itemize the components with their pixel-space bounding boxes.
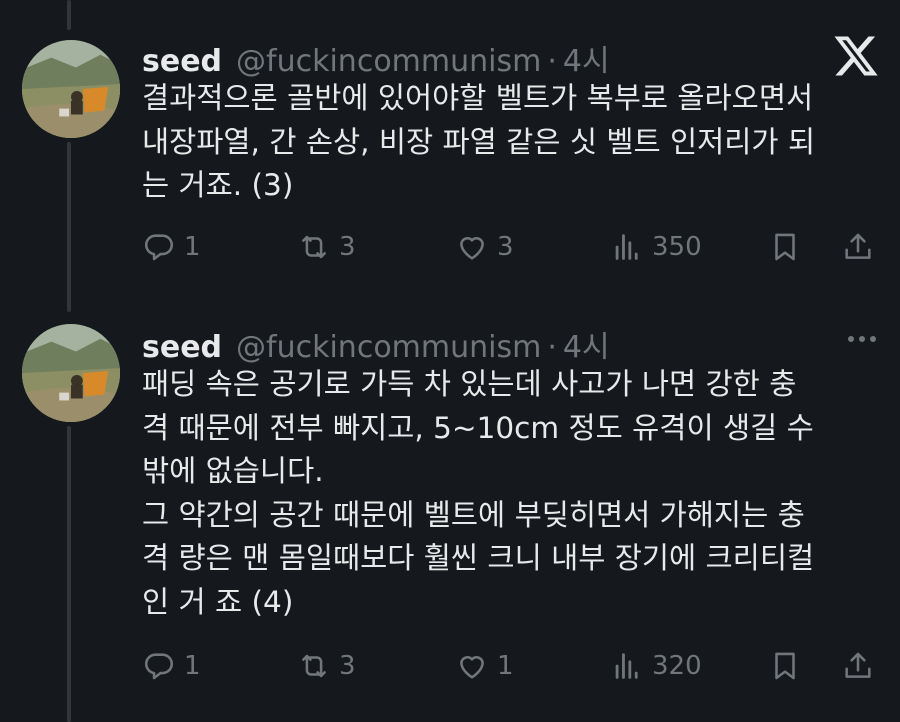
like-count: 1 [497, 651, 514, 681]
tweet-header: seed @fuckincommunism · 4시 [142, 36, 610, 80]
like-count: 3 [497, 232, 514, 262]
action-bar: 1 3 1 320 [142, 646, 877, 686]
reply-count: 1 [184, 651, 201, 681]
tweet-text: 패딩 속은 공기로 가득 차 있는데 사고가 나면 강한 충 격 때문에 전부 … [142, 363, 862, 624]
reply-icon [144, 234, 174, 261]
avatar[interactable] [22, 40, 120, 138]
text-line: 그 약간의 공간 때문에 벨트에 부딪히면서 가해지는 충 [142, 497, 805, 532]
bookmark-button[interactable] [768, 227, 802, 267]
avatar-image [22, 324, 120, 422]
avatar[interactable] [22, 324, 120, 422]
reply-button[interactable]: 1 [142, 227, 201, 267]
view-count: 320 [652, 651, 702, 681]
retweet-button[interactable]: 3 [297, 646, 356, 686]
share-icon [845, 233, 871, 259]
views-icon [615, 653, 638, 679]
view-count: 350 [652, 232, 702, 262]
user-handle[interactable]: @fuckincommunism [236, 44, 541, 79]
reply-button[interactable]: 1 [142, 646, 201, 686]
share-icon [845, 652, 871, 678]
thread-line-middle [67, 142, 71, 312]
x-logo-icon [834, 36, 878, 76]
text-line: 결과적으론 골반에 있어야할 벨트가 복부로 올라오면서 [142, 81, 814, 115]
thread-line-bottom [67, 426, 71, 722]
views-button[interactable]: 350 [610, 227, 702, 267]
like-button[interactable]: 3 [455, 227, 514, 267]
text-line: 격 때문에 전부 빠지고, 5~10cm 정도 유격이 생길 수 [142, 410, 814, 445]
display-name[interactable]: seed [142, 44, 222, 79]
reply-icon [144, 653, 174, 680]
views-button[interactable]: 320 [610, 646, 702, 686]
text-line: 내장파열, 간 손상, 비장 파열 같은 싯 벨트 인저리가 되 [142, 124, 816, 159]
retweet-count: 3 [339, 651, 356, 681]
share-button[interactable] [841, 227, 875, 267]
action-bar: 1 3 3 350 [142, 227, 877, 267]
tweet-text: 결과적으론 골반에 있어야할 벨트가 복부로 올라오면서 내장파열, 간 손상,… [142, 77, 862, 208]
timestamp[interactable]: 4시 [563, 36, 610, 80]
avatar-image [22, 40, 120, 138]
more-icon[interactable] [848, 336, 876, 342]
display-name[interactable]: seed [142, 330, 222, 365]
separator-dot: · [547, 44, 557, 79]
text-line: 패딩 속은 공기로 가득 차 있는데 사고가 나면 강한 충 [142, 367, 797, 401]
bookmark-button[interactable] [768, 646, 802, 686]
heart-icon [460, 237, 484, 260]
retweet-icon [302, 235, 326, 259]
like-button[interactable]: 1 [455, 646, 514, 686]
bookmark-icon [775, 652, 795, 680]
retweet-icon [302, 654, 326, 678]
views-icon [615, 234, 638, 260]
text-line: 는 거죠. (3) [142, 168, 294, 202]
share-button[interactable] [841, 646, 875, 686]
reply-count: 1 [184, 232, 201, 262]
retweet-count: 3 [339, 232, 356, 262]
user-handle[interactable]: @fuckincommunism [236, 330, 541, 365]
tweet-header: seed @fuckincommunism · 4시 [142, 322, 610, 366]
heart-icon [460, 656, 484, 679]
thread-line-top [67, 0, 71, 30]
separator-dot: · [547, 330, 557, 365]
text-line: 인 거 죠 (4) [142, 584, 294, 619]
text-line: 격 량은 맨 몸일때보다 훨씬 크니 내부 장기에 크리티컬 [142, 541, 815, 575]
text-line: 밖에 없습니다. [142, 454, 324, 488]
bookmark-icon [775, 233, 795, 261]
timestamp[interactable]: 4시 [563, 322, 610, 366]
retweet-button[interactable]: 3 [297, 227, 356, 267]
